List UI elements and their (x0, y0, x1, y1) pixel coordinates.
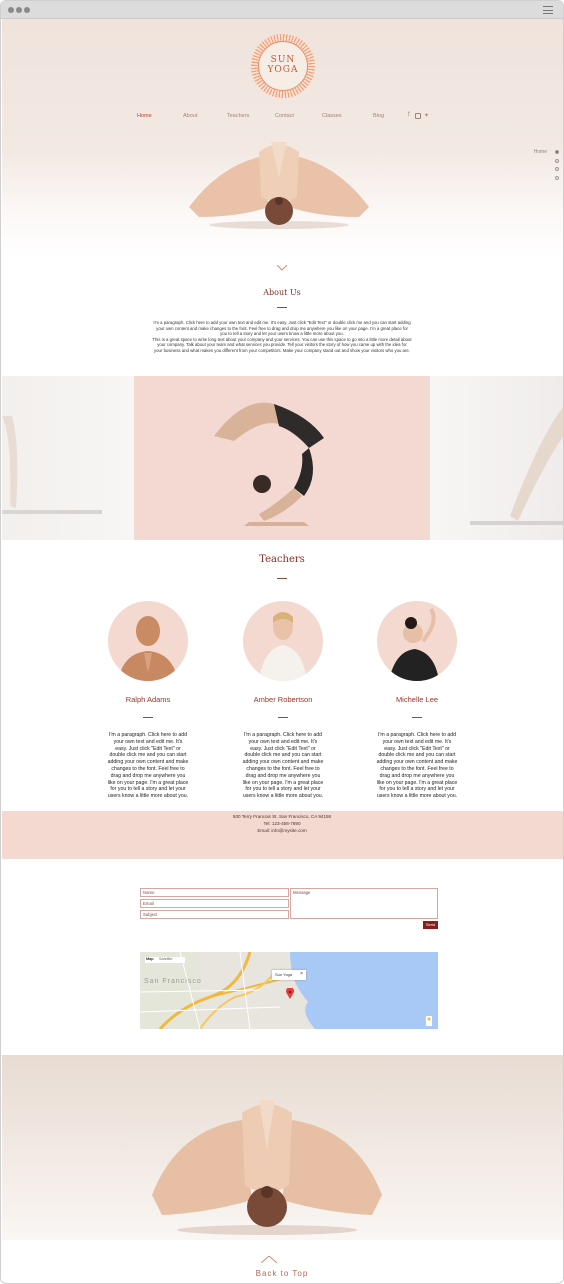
teachers-title: Teachers (259, 554, 305, 565)
map-info-window[interactable]: Sun Yoga × (272, 970, 306, 980)
about-line: I'm a paragraph. Click here to add your … (153, 320, 411, 325)
logo-line1: SUN (270, 55, 296, 65)
teacher-avatar[interactable] (108, 601, 188, 681)
name-field[interactable]: Name (140, 888, 289, 897)
teacher-avatar[interactable] (377, 601, 457, 681)
logo-line2: YOGA (267, 65, 299, 75)
email-field[interactable]: Email (140, 899, 289, 908)
close-icon[interactable]: × (300, 971, 303, 977)
side-nav-dot[interactable] (555, 176, 559, 180)
side-nav-dot[interactable] (555, 167, 559, 171)
teacher-bio: I'm a paragraph. Click here to add your … (376, 732, 458, 800)
nav-home[interactable]: Home (137, 113, 152, 119)
contact-email[interactable]: Email: info@mysite.com (1, 828, 563, 833)
browser-chrome (1, 1, 563, 19)
yoga-pose-image (189, 142, 369, 229)
window-dot-icon[interactable] (24, 7, 30, 13)
nav-classes[interactable]: Classes (322, 113, 342, 119)
teacher-avatar[interactable] (243, 601, 323, 681)
yoga-backbend-image (214, 402, 324, 526)
teacher-name: Amber Robertson (253, 695, 313, 704)
side-nav-dot[interactable] (555, 159, 559, 163)
back-to-top-link[interactable]: Back to Top (1, 1269, 563, 1278)
window-dot-icon[interactable] (16, 7, 22, 13)
map-pin-icon[interactable] (286, 988, 294, 999)
nav-contact[interactable]: Contact (275, 113, 294, 119)
facebook-icon[interactable]: f (408, 112, 410, 118)
teacher-name: Ralph Adams (125, 695, 171, 704)
about-paragraph: I'm a paragraph. Click here to add your … (131, 320, 433, 354)
divider (277, 578, 287, 579)
chevron-up-icon[interactable] (261, 1256, 277, 1263)
teacher-name: Michelle Lee (395, 695, 439, 704)
contact-address: 500 Terry Francois St. San Francisco, CA… (232, 814, 332, 819)
nav-teachers[interactable]: Teachers (227, 113, 249, 119)
gallery-image-center[interactable] (134, 376, 430, 540)
map-pin-label: Sun Yoga (275, 972, 293, 977)
yoga-pose-image (152, 1100, 382, 1235)
twitter-icon[interactable]: ✦ (424, 112, 429, 119)
nav-about[interactable]: About (183, 113, 197, 119)
instagram-icon[interactable] (415, 113, 421, 119)
about-line: your business and what makes you differe… (154, 347, 410, 353)
map-tab-satellite[interactable]: Satellite (159, 957, 173, 961)
chevron-down-icon[interactable] (277, 265, 287, 271)
gallery-image-left[interactable] (2, 376, 134, 540)
site-logo[interactable]: SUN YOGA (251, 34, 315, 98)
teacher-bio: I'm a paragraph. Click here to add your … (107, 732, 189, 800)
location-map[interactable]: Map Satellite San Francisco Sun Yoga × (140, 952, 438, 1029)
subject-field[interactable]: Subject (140, 910, 289, 919)
teacher-bio: I'm a paragraph. Click here to add your … (242, 732, 324, 800)
divider (143, 717, 153, 718)
message-field[interactable]: Message (290, 888, 438, 919)
browser-window: SUN YOGA Home About Teachers Contact Cla… (0, 0, 564, 1284)
about-title: About Us (263, 288, 301, 297)
map-tab-map[interactable]: Map (146, 957, 154, 961)
hamburger-menu-icon[interactable] (543, 6, 553, 14)
nav-blog[interactable]: Blog (373, 113, 384, 119)
map-city-label: San Francisco (144, 978, 202, 985)
divider (278, 717, 288, 718)
side-nav-label: Home (533, 149, 547, 155)
contact-phone: Tel: 123-456-7890 (263, 821, 301, 826)
window-dot-icon[interactable] (8, 7, 14, 13)
divider (277, 307, 287, 308)
gallery-image-right[interactable] (430, 376, 563, 540)
send-button[interactable]: Send (423, 921, 438, 929)
divider (412, 717, 422, 718)
side-nav-dot-home[interactable] (555, 150, 559, 154)
